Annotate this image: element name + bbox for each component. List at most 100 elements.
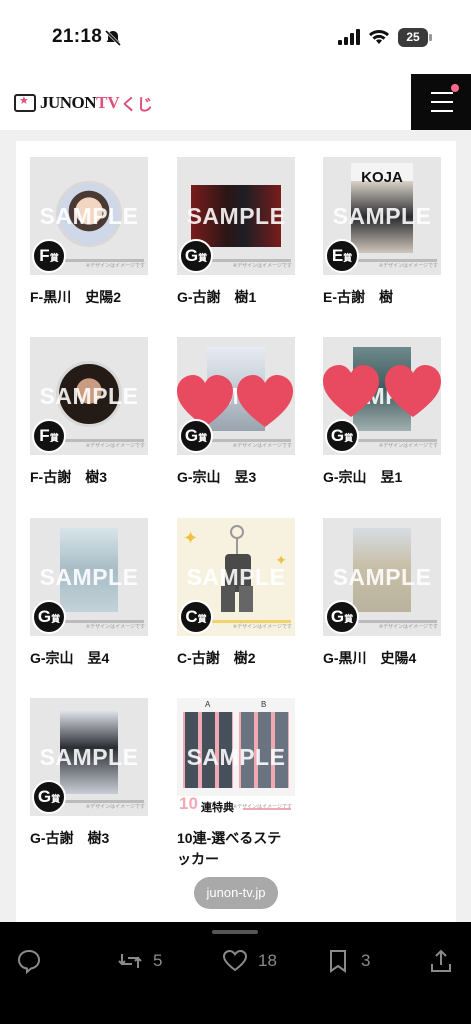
heart-icon xyxy=(222,949,248,972)
product-card[interactable]: SAMPLE F賞 ※デザインはイメージです F-古謝 樹3 xyxy=(30,337,148,488)
product-image: SAMPLE G賞 ※デザインはイメージです xyxy=(30,698,148,816)
wifi-icon xyxy=(369,30,389,44)
sample-watermark: SAMPLE xyxy=(332,564,432,590)
design-note: ※デザインはイメージです xyxy=(378,263,438,269)
status-bar: 21:18 25 xyxy=(0,0,471,76)
prize-badge: G賞 xyxy=(32,600,66,634)
product-card[interactable]: SAMPLE G賞 ※デザインはイメージです G-古謝 樹1 xyxy=(177,157,295,308)
tweet-action-bar: 5 18 3 xyxy=(0,922,471,1024)
reply-icon xyxy=(17,949,41,974)
bookmark-icon xyxy=(330,950,346,973)
design-note: ※デザインはイメージです xyxy=(378,624,438,630)
product-card[interactable]: SAMPLE G賞 ※デザインはイメージです G-黒川 史陽4 xyxy=(323,518,441,669)
sample-watermark: SAMPLE xyxy=(186,203,286,229)
product-image: SAMPLE G賞 ※デザインはイメージです xyxy=(177,157,295,275)
prize-badge: G賞 xyxy=(179,419,213,453)
product-image: SAMPLE F賞 ※デザインはイメージです xyxy=(30,157,148,275)
prize-badge: C賞 xyxy=(179,600,213,634)
bookmark-button[interactable]: 3 xyxy=(325,946,370,976)
product-card[interactable]: SAMPLE G賞 ※デザインはイメージです G-宗山 昱1 xyxy=(323,337,441,488)
bell-muted-icon xyxy=(104,29,122,47)
product-image: ✦ ✦ SAMPLE C賞 ※デザインはイメージです xyxy=(177,518,295,636)
product-card[interactable]: KOJA SAMPLE E賞 ※デザインはイメージです E-古謝 樹 xyxy=(323,157,441,308)
design-note: ※デザインはイメージです xyxy=(378,443,438,449)
product-card[interactable]: A B SAMPLE 10 連特典 ※デザインはイメージです 10連-選べるステ… xyxy=(177,698,295,870)
product-label: E-古謝 樹 xyxy=(323,289,393,305)
like-button[interactable]: 18 xyxy=(222,946,277,976)
site-logo[interactable]: JUNON TV くじ xyxy=(14,90,153,116)
product-image: SAMPLE G賞 ※デザインはイメージです xyxy=(177,337,295,455)
sheet-b-label: B xyxy=(261,700,267,709)
retweet-button[interactable]: 5 xyxy=(117,946,162,976)
share-button[interactable] xyxy=(428,946,464,976)
status-time: 21:18 xyxy=(52,26,103,47)
url-pill[interactable]: junon-tv.jp xyxy=(194,877,278,909)
retweet-icon xyxy=(118,954,142,968)
design-note: ※デザインはイメージです xyxy=(232,263,292,269)
heart-sticker-icon xyxy=(385,365,441,417)
sample-watermark: SAMPLE xyxy=(332,203,432,229)
product-grid: SAMPLE F賞 ※デザインはイメージです F-黒川 史陽2 SAMPLE G… xyxy=(16,141,456,941)
share-icon xyxy=(431,949,451,972)
reply-button[interactable] xyxy=(16,946,52,976)
tv-logo-icon xyxy=(14,94,36,112)
prize-badge: E賞 xyxy=(325,239,359,273)
heart-sticker-icon xyxy=(237,375,293,427)
prize-badge: G賞 xyxy=(179,239,213,273)
prize-badge: G賞 xyxy=(32,780,66,814)
product-label: 10連-選べるステッカー xyxy=(177,830,282,867)
product-label: G-宗山 昱1 xyxy=(323,469,403,485)
product-label: G-古謝 樹1 xyxy=(177,289,257,305)
design-note: ※デザインはイメージです xyxy=(232,443,292,449)
prize-badge: G賞 xyxy=(325,419,359,453)
product-image: SAMPLE G賞 ※デザインはイメージです xyxy=(323,518,441,636)
sample-watermark: SAMPLE xyxy=(39,203,139,229)
sheet-a-label: A xyxy=(205,700,211,709)
bookmark-count: 3 xyxy=(361,951,371,970)
menu-bar-icon xyxy=(431,110,453,112)
product-image: SAMPLE G賞 ※デザインはイメージです xyxy=(30,518,148,636)
logo-text-tv: TV xyxy=(96,93,120,112)
product-card[interactable]: SAMPLE G賞 ※デザインはイメージです G-宗山 昱4 xyxy=(30,518,148,669)
design-note: ※デザインはイメージです xyxy=(232,624,292,630)
design-note: ※デザインはイメージです xyxy=(85,443,145,449)
poster-title: KOJA xyxy=(361,169,403,186)
product-label: G-古謝 樹3 xyxy=(30,830,110,846)
design-note: ※デザインはイメージです xyxy=(232,804,292,810)
design-note: ※デザインはイメージです xyxy=(85,624,145,630)
heart-sticker-icon xyxy=(323,365,379,417)
sample-watermark: SAMPLE xyxy=(186,744,286,770)
design-note: ※デザインはイメージです xyxy=(85,804,145,810)
product-label: G-黒川 史陽4 xyxy=(323,650,417,666)
product-card[interactable]: SAMPLE F賞 ※デザインはイメージです F-黒川 史陽2 xyxy=(30,157,148,308)
sample-watermark: SAMPLE xyxy=(39,564,139,590)
sample-watermark: SAMPLE xyxy=(39,744,139,770)
product-label: G-宗山 昱3 xyxy=(177,469,257,485)
menu-bar-icon xyxy=(431,101,453,103)
product-card[interactable]: ✦ ✦ SAMPLE C賞 ※デザインはイメージです C-古謝 樹2 xyxy=(177,518,295,669)
site-header: JUNON TV くじ xyxy=(0,76,471,130)
battery-tip xyxy=(429,34,432,41)
battery-indicator: 25 xyxy=(398,28,428,47)
cellular-signal-icon xyxy=(338,29,360,45)
grabber-handle[interactable] xyxy=(212,930,258,934)
design-note: ※デザインはイメージです xyxy=(85,263,145,269)
logo-text-junon: JUNON xyxy=(40,93,97,112)
hamburger-menu-button[interactable] xyxy=(411,74,471,130)
product-image: A B SAMPLE 10 連特典 ※デザインはイメージです xyxy=(177,698,295,816)
prize-badge: F賞 xyxy=(32,419,66,453)
prize-badge: F賞 xyxy=(32,239,66,273)
bonus-text: 連特典 xyxy=(201,802,234,814)
logo-text-kuji: くじ xyxy=(120,97,153,114)
product-image: SAMPLE F賞 ※デザインはイメージです xyxy=(30,337,148,455)
product-image: SAMPLE G賞 ※デザインはイメージです xyxy=(323,337,441,455)
product-card[interactable]: SAMPLE G賞 ※デザインはイメージです G-宗山 昱3 xyxy=(177,337,295,488)
bonus-number: 10 xyxy=(179,794,198,813)
product-card[interactable]: SAMPLE G賞 ※デザインはイメージです G-古謝 樹3 xyxy=(30,698,148,849)
product-label: C-古謝 樹2 xyxy=(177,650,256,666)
product-label: F-黒川 史陽2 xyxy=(30,289,121,305)
sparkle-icon: ✦ xyxy=(183,528,199,548)
menu-bar-icon xyxy=(431,92,453,94)
product-image: KOJA SAMPLE E賞 ※デザインはイメージです xyxy=(323,157,441,275)
sample-watermark: SAMPLE xyxy=(39,383,139,409)
